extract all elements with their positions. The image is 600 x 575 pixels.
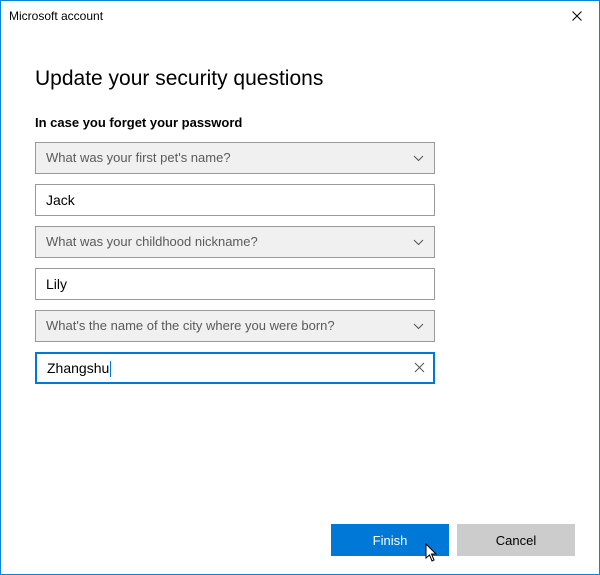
- chevron-down-icon: [413, 227, 424, 257]
- question-2-row: What was your childhood nickname?: [35, 226, 435, 258]
- button-row: Finish Cancel: [331, 524, 575, 556]
- close-icon: [572, 11, 582, 21]
- x-icon: [414, 362, 425, 373]
- clear-input-button[interactable]: [414, 354, 425, 382]
- page-subheading: In case you forget your password: [35, 115, 565, 130]
- close-button[interactable]: [554, 1, 599, 31]
- question-2-text: What was your childhood nickname?: [46, 234, 258, 249]
- chevron-down-icon: [413, 143, 424, 173]
- question-1-row: What was your first pet's name?: [35, 142, 435, 174]
- titlebar: Microsoft account: [1, 1, 599, 31]
- page-title: Update your security questions: [35, 67, 565, 91]
- answer-1-input[interactable]: Jack: [35, 184, 435, 216]
- answer-1-row: Jack: [35, 184, 435, 216]
- answer-1-value: Jack: [46, 192, 75, 208]
- question-3-select[interactable]: What's the name of the city where you we…: [35, 310, 435, 342]
- answer-2-value: Lily: [46, 276, 67, 292]
- answer-3-row: Zhangshu: [35, 352, 435, 384]
- question-1-select[interactable]: What was your first pet's name?: [35, 142, 435, 174]
- window-title: Microsoft account: [9, 9, 554, 23]
- answer-2-row: Lily: [35, 268, 435, 300]
- question-3-text: What's the name of the city where you we…: [46, 318, 335, 333]
- text-caret: [110, 361, 111, 377]
- answer-2-input[interactable]: Lily: [35, 268, 435, 300]
- question-2-select[interactable]: What was your childhood nickname?: [35, 226, 435, 258]
- chevron-down-icon: [413, 311, 424, 341]
- question-3-row: What's the name of the city where you we…: [35, 310, 435, 342]
- content-area: Update your security questions In case y…: [1, 31, 599, 514]
- answer-3-input[interactable]: Zhangshu: [35, 352, 435, 384]
- cancel-button[interactable]: Cancel: [457, 524, 575, 556]
- finish-button[interactable]: Finish: [331, 524, 449, 556]
- security-questions-form: What was your first pet's name? Jack Wha…: [35, 142, 435, 384]
- answer-3-value: Zhangshu: [47, 360, 109, 376]
- dialog-window: Microsoft account Update your security q…: [0, 0, 600, 575]
- question-1-text: What was your first pet's name?: [46, 150, 231, 165]
